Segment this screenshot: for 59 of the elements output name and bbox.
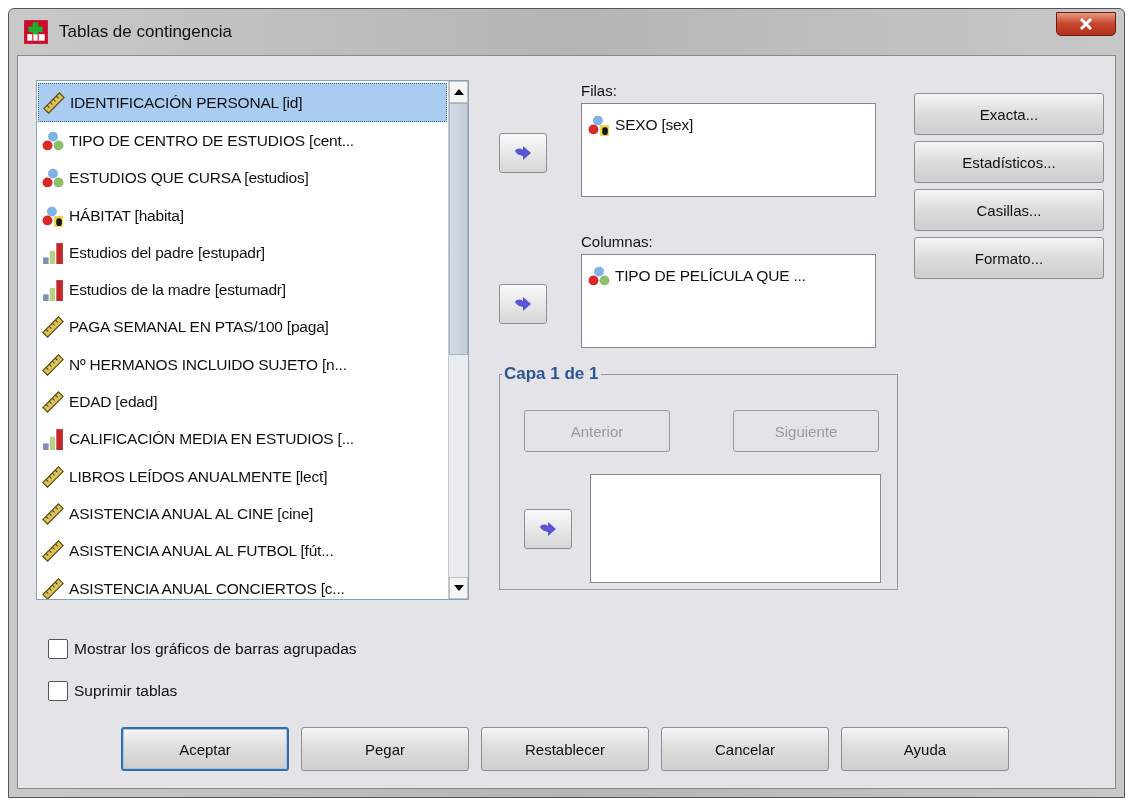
- variable-item[interactable]: ESTUDIOS QUE CURSA [estudios]: [38, 159, 447, 197]
- circles-icon: [42, 167, 64, 190]
- variable-item[interactable]: HÁBITAT [habita]: [38, 196, 447, 235]
- variable-item[interactable]: Estudios del padre [estupadr]: [38, 234, 447, 272]
- up-arrow-icon: [453, 89, 464, 95]
- variable-item[interactable]: Estudios de la madre [estumadr]: [38, 271, 447, 309]
- variable-item[interactable]: CALIFICACIÓN MEDIA EN ESTUDIOS [...: [38, 420, 447, 458]
- circles-icon: [588, 264, 610, 287]
- checkbox-label: Suprimir tablas: [74, 682, 178, 700]
- variable-item[interactable]: Nº HERMANOS INCLUIDO SUJETO [n...: [38, 346, 447, 384]
- variable-list[interactable]: SEXO [sex]: [581, 103, 876, 197]
- variable-item[interactable]: IDENTIFICACIÓN PERSONAL [id]: [38, 83, 447, 123]
- move-button[interactable]: [499, 284, 547, 324]
- variable-list[interactable]: [36, 80, 469, 600]
- dialog-button[interactable]: Ayuda: [841, 727, 1009, 771]
- window-title: Tablas de contingencia: [59, 22, 232, 42]
- scroll-up-button[interactable]: [449, 81, 468, 103]
- circles-string-icon: [588, 113, 610, 136]
- move-button[interactable]: [499, 133, 547, 173]
- dialog-button[interactable]: Casillas...: [914, 189, 1104, 231]
- group-title: Capa 1 de 1: [503, 364, 600, 384]
- variable-item[interactable]: SEXO [sex]: [584, 106, 873, 144]
- bar-chart-icon: [42, 428, 64, 451]
- dialog-button[interactable]: Restablecer: [481, 727, 649, 771]
- dialog-button[interactable]: Formato...: [914, 237, 1104, 279]
- field-label: Columnas:: [581, 233, 654, 250]
- dialog-button[interactable]: Exacta...: [914, 93, 1104, 135]
- scrollbar[interactable]: [448, 81, 468, 599]
- dialog-button[interactable]: Cancelar: [661, 727, 829, 771]
- field-label: Filas:: [581, 82, 618, 99]
- dialog-button[interactable]: Estadísticos...: [914, 141, 1104, 183]
- move-button[interactable]: [524, 508, 572, 549]
- close-button[interactable]: [1056, 12, 1116, 36]
- down-arrow-icon: [453, 585, 464, 591]
- variable-item[interactable]: TIPO DE CENTRO DE ESTUDIOS [cent...: [38, 122, 447, 160]
- bar-chart-icon: [42, 241, 64, 264]
- table-icon: [23, 19, 49, 45]
- dialog-button[interactable]: Pegar: [301, 727, 469, 771]
- variable-item[interactable]: PAGA SEMANAL EN PTAS/100 [paga]: [38, 308, 447, 347]
- variable-item[interactable]: ASISTENCIA ANUAL AL CINE [cine]: [38, 495, 447, 533]
- circles-icon: [42, 129, 64, 152]
- checkbox[interactable]: [48, 681, 68, 701]
- scroll-down-button[interactable]: [449, 577, 468, 599]
- variable-item[interactable]: ASISTENCIA ANUAL CONCIERTOS [c...: [38, 569, 447, 599]
- variable-list[interactable]: TIPO DE PELÍCULA QUE ...: [581, 254, 876, 348]
- variable-item[interactable]: EDAD [edad]: [38, 383, 447, 421]
- checkbox[interactable]: [48, 639, 68, 659]
- arrow-icon: [514, 145, 532, 161]
- circles-string-icon: [42, 204, 64, 227]
- variable-item[interactable]: ASISTENCIA ANUAL AL FUTBOL [fút...: [38, 532, 447, 570]
- scroll-thumb[interactable]: [449, 103, 468, 355]
- close-icon: [1079, 18, 1093, 30]
- bar-chart-icon: [42, 279, 64, 302]
- checkbox-label: Mostrar los gráficos de barras agrupadas: [74, 640, 357, 658]
- arrow-icon: [539, 520, 557, 537]
- arrow-icon: [514, 296, 532, 312]
- variable-item[interactable]: LIBROS LEÍDOS ANUALMENTE [lect]: [38, 457, 447, 496]
- dialog-button[interactable]: Aceptar: [121, 727, 289, 771]
- variable-item[interactable]: TIPO DE PELÍCULA QUE ...: [584, 257, 873, 295]
